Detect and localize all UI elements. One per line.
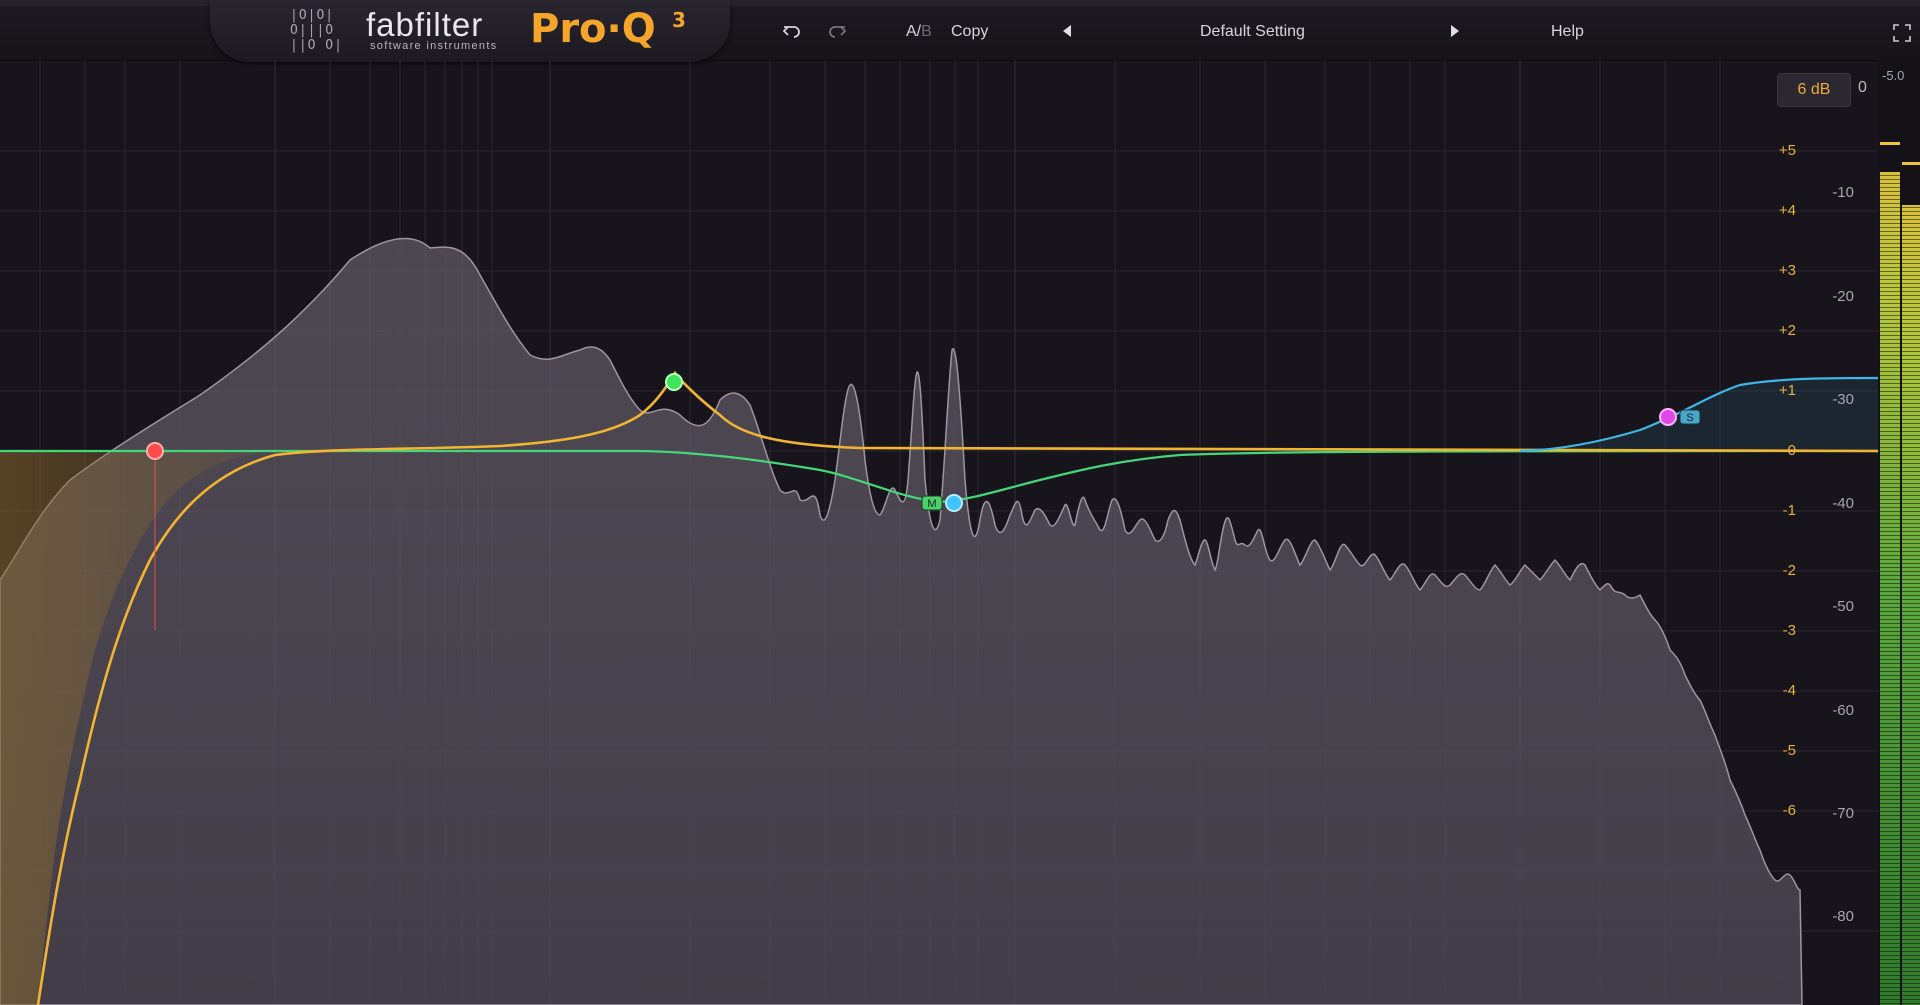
- band-3-mid-badge[interactable]: M: [921, 495, 943, 511]
- meter-peak-label: -5.0: [1882, 68, 1905, 83]
- gain-label: -3: [1782, 622, 1796, 639]
- analyzer-db-label: -70: [1832, 805, 1854, 822]
- output-level-meter[interactable]: [1878, 60, 1920, 1005]
- ab-b-label: B: [921, 23, 932, 40]
- logo-row-2: O|||O: [290, 23, 335, 38]
- analyzer-db-label: -50: [1832, 598, 1854, 615]
- brand-name: fabfilter: [366, 6, 484, 43]
- eq-graph[interactable]: M S: [0, 60, 1878, 1005]
- preset-name[interactable]: Default Setting: [1200, 20, 1305, 44]
- analyzer-db-label: -80: [1832, 908, 1854, 925]
- gain-label: -2: [1782, 562, 1796, 579]
- analyzer-db-label: -60: [1832, 702, 1854, 719]
- gain-label: -5: [1782, 742, 1796, 759]
- triangle-left-icon[interactable]: [1058, 22, 1078, 40]
- display-range-button[interactable]: 6 dB: [1777, 73, 1851, 107]
- brand-subtitle: software instruments: [370, 40, 498, 52]
- svg-text:M: M: [927, 498, 936, 510]
- gain-label: -1: [1782, 502, 1796, 519]
- spectrum-analyzer: [0, 237, 1803, 1005]
- analyzer-db-label: -10: [1832, 184, 1854, 201]
- ab-toggle[interactable]: A/B: [906, 20, 932, 44]
- gain-label: -4: [1782, 682, 1796, 699]
- analyzer-db-label: -20: [1832, 288, 1854, 305]
- analyzer-db-label: -40: [1832, 495, 1854, 512]
- fullscreen-icon[interactable]: [1893, 24, 1913, 42]
- band-4-side-badge[interactable]: S: [1679, 409, 1701, 425]
- undo-icon[interactable]: [782, 22, 802, 40]
- band-2-node[interactable]: [665, 373, 683, 391]
- product-name: Pro·Q: [530, 6, 656, 52]
- gain-label: +5: [1778, 142, 1796, 159]
- product-version: 3: [672, 8, 686, 32]
- svg-text:S: S: [1686, 412, 1693, 424]
- band-3-node[interactable]: [945, 494, 963, 512]
- copy-button[interactable]: Copy: [951, 20, 988, 44]
- gain-label: +4: [1778, 202, 1796, 219]
- gain-label: +2: [1778, 322, 1796, 339]
- band-1-node[interactable]: [146, 442, 164, 460]
- band-4-node[interactable]: [1659, 408, 1677, 426]
- redo-icon[interactable]: [827, 22, 847, 40]
- logo-row-3: ||O O|: [290, 38, 343, 53]
- pro-q3-window: |O|O| O|||O ||O O| fabfilter software in…: [0, 0, 1920, 1005]
- gain-label: 0: [1787, 442, 1796, 459]
- help-button[interactable]: Help: [1551, 20, 1584, 44]
- display-range-zero: 0: [1858, 79, 1867, 96]
- fabfilter-logo-icon: |O|O| O|||O ||O O|: [290, 8, 350, 54]
- eq-display[interactable]: M S: [0, 60, 1878, 1005]
- top-bar: |O|O| O|||O ||O O| fabfilter software in…: [0, 0, 1920, 62]
- ab-a-label: A/: [906, 23, 922, 40]
- triangle-right-icon[interactable]: [1444, 22, 1464, 40]
- gain-label: +1: [1778, 382, 1796, 399]
- gain-label: +3: [1778, 262, 1796, 279]
- analyzer-db-label: -30: [1832, 391, 1854, 408]
- gain-label: -6: [1782, 802, 1796, 819]
- logo-row-1: |O|O|: [290, 8, 335, 23]
